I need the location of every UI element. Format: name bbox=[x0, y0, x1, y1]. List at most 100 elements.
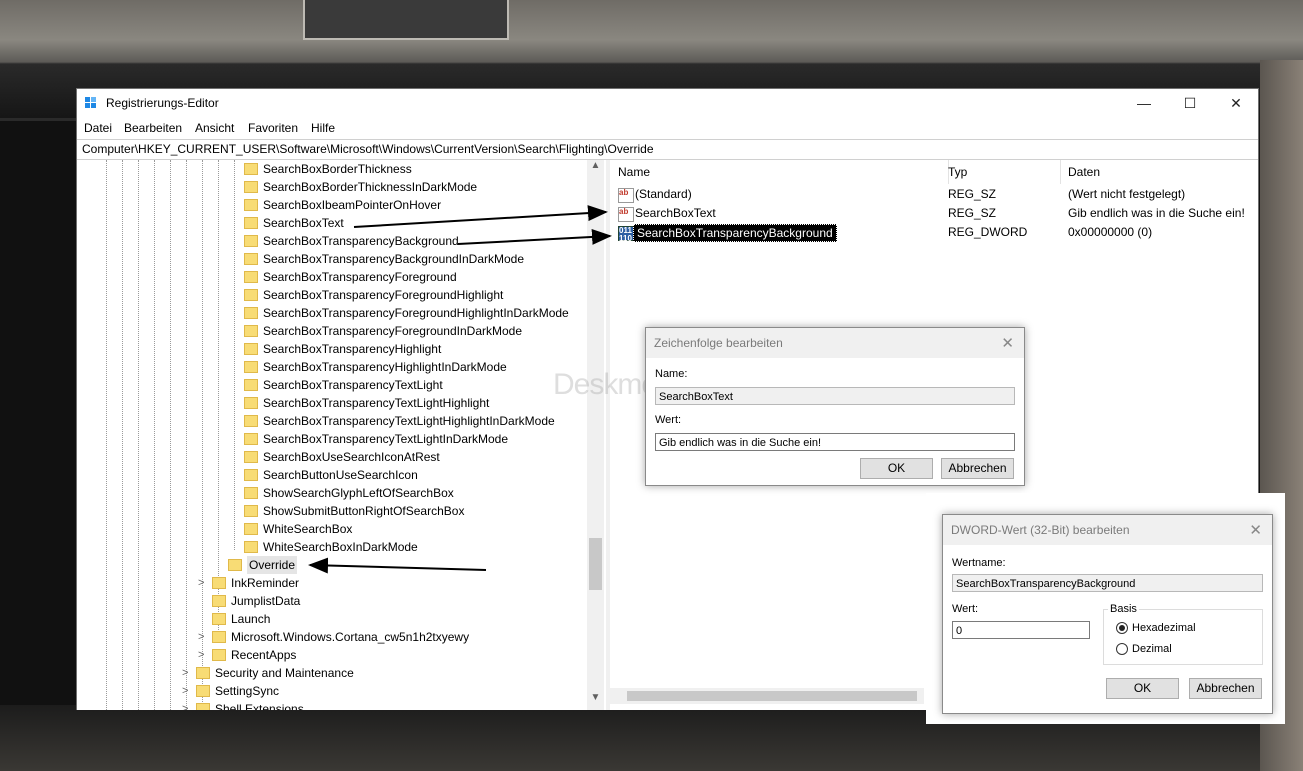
maximize-button[interactable]: ☐ bbox=[1167, 89, 1213, 118]
dialog-title: Zeichenfolge bearbeiten bbox=[654, 336, 783, 350]
cancel-button[interactable]: Abbrechen bbox=[941, 458, 1014, 479]
value-row[interactable]: ab SearchBoxText REG_SZ Gib endlich was … bbox=[610, 204, 1250, 223]
menu-favoriten[interactable]: Favoriten bbox=[248, 121, 298, 135]
tree-item-override-child[interactable]: SearchBoxTransparencyHighlight bbox=[77, 340, 587, 358]
value-row-selected[interactable]: 011 110 SearchBoxTransparencyBackground R… bbox=[610, 223, 1250, 243]
value-field[interactable]: Gib endlich was in die Suche ein! bbox=[655, 433, 1015, 451]
scroll-thumb[interactable] bbox=[627, 691, 917, 701]
tree-item-override-child[interactable]: SearchBoxBorderThicknessInDarkMode bbox=[77, 178, 587, 196]
ok-button[interactable]: OK bbox=[1106, 678, 1179, 699]
dec-radio[interactable] bbox=[1116, 643, 1128, 655]
folder-icon bbox=[244, 487, 258, 499]
tree-item-override-child[interactable]: SearchBoxBorderThickness bbox=[77, 160, 587, 178]
cancel-button[interactable]: Abbrechen bbox=[1189, 678, 1262, 699]
tree-item-label: ShowSearchGlyphLeftOfSearchBox bbox=[263, 486, 454, 500]
tree-item-label: WhiteSearchBox bbox=[263, 522, 353, 536]
address-path[interactable]: Computer\HKEY_CURRENT_USER\Software\Micr… bbox=[82, 142, 654, 156]
tree-item-sibling[interactable]: > RecentApps bbox=[77, 646, 587, 664]
tree-item-upper[interactable]: > Shell Extensions bbox=[77, 700, 587, 710]
tree-item-upper[interactable]: > SettingSync bbox=[77, 682, 587, 700]
tree-item-override-child[interactable]: ShowSubmitButtonRightOfSearchBox bbox=[77, 502, 587, 520]
value-label: Wert: bbox=[655, 414, 682, 426]
tree-item-override-child[interactable]: SearchBoxTransparencyBackgroundInDarkMod… bbox=[77, 250, 587, 268]
list-horizontal-scrollbar[interactable] bbox=[610, 688, 924, 704]
close-button[interactable]: ✕ bbox=[1213, 89, 1259, 118]
tree-item-override-child[interactable]: SearchBoxTransparencyTextLightHighlight bbox=[77, 394, 587, 412]
tree-item-override-child[interactable]: WhiteSearchBoxInDarkMode bbox=[77, 538, 587, 556]
tree-item-override-child[interactable]: SearchBoxText bbox=[77, 214, 587, 232]
expand-chevron-icon[interactable]: > bbox=[182, 682, 188, 700]
tree-item-sibling[interactable]: > InkReminder bbox=[77, 574, 587, 592]
close-icon[interactable]: ✕ bbox=[1001, 334, 1014, 352]
tree-item-override-child[interactable]: SearchButtonUseSearchIcon bbox=[77, 466, 587, 484]
tree-item-override-child[interactable]: SearchBoxTransparencyBackground bbox=[77, 232, 587, 250]
folder-icon bbox=[212, 595, 226, 607]
tree-item-override-child[interactable]: SearchBoxIbeamPointerOnHover bbox=[77, 196, 587, 214]
tree-item-override-selected[interactable]: Override bbox=[77, 556, 587, 574]
folder-icon bbox=[196, 667, 210, 679]
tree-item-override-child[interactable]: SearchBoxTransparencyTextLightHighlightI… bbox=[77, 412, 587, 430]
tree-item-override-child[interactable]: SearchBoxTransparencyTextLight bbox=[77, 376, 587, 394]
tree-item-sibling[interactable]: Launch bbox=[77, 610, 587, 628]
expand-chevron-icon[interactable]: > bbox=[182, 664, 188, 682]
value-name: SearchBoxText bbox=[635, 206, 716, 220]
tree-item-override-child[interactable]: SearchBoxTransparencyForegroundHighlight bbox=[77, 286, 587, 304]
tree-item-sibling[interactable]: JumplistData bbox=[77, 592, 587, 610]
dec-label[interactable]: Dezimal bbox=[1132, 643, 1172, 655]
tree-item-label: SearchBoxTransparencyHighlight bbox=[263, 342, 442, 356]
tree-item-label: SearchBoxTransparencyHighlightInDarkMode bbox=[263, 360, 507, 374]
close-icon[interactable]: ✕ bbox=[1249, 521, 1262, 539]
tree-item-upper[interactable]: > Security and Maintenance bbox=[77, 664, 587, 682]
folder-icon bbox=[244, 415, 258, 427]
tree-item-label: SearchBoxTransparencyTextLightHighlightI… bbox=[263, 414, 555, 428]
minimize-button[interactable]: — bbox=[1121, 89, 1167, 118]
column-header-data[interactable]: Daten bbox=[1061, 160, 1258, 184]
expand-chevron-icon[interactable]: > bbox=[198, 574, 204, 592]
wertname-field[interactable]: SearchBoxTransparencyBackground bbox=[952, 574, 1263, 592]
expand-chevron-icon[interactable]: > bbox=[182, 700, 188, 710]
menu-hilfe[interactable]: Hilfe bbox=[311, 121, 335, 135]
title-bar[interactable]: Registrierungs-Editor — ☐ ✕ bbox=[77, 89, 1258, 118]
hex-radio[interactable] bbox=[1116, 622, 1128, 634]
value-field[interactable]: 0 bbox=[952, 621, 1090, 639]
tree-item-override-child[interactable]: SearchBoxTransparencyHighlightInDarkMode bbox=[77, 358, 587, 376]
tree-item-override-child[interactable]: SearchBoxTransparencyTextLightInDarkMode bbox=[77, 430, 587, 448]
edit-string-dialog: Zeichenfolge bearbeiten ✕ Name: SearchBo… bbox=[645, 327, 1025, 486]
expand-chevron-icon[interactable]: > bbox=[198, 646, 204, 664]
tree-item-label: WhiteSearchBoxInDarkMode bbox=[263, 540, 418, 554]
scroll-thumb[interactable] bbox=[589, 538, 602, 590]
menu-bar: Datei Bearbeiten Ansicht Favoriten Hilfe bbox=[77, 118, 1258, 138]
dword-value-icon: 011 110 bbox=[618, 226, 634, 243]
tree-item-override-child[interactable]: WhiteSearchBox bbox=[77, 520, 587, 538]
tree-item-sibling[interactable]: > Microsoft.Windows.Cortana_cw5n1h2txyewy bbox=[77, 628, 587, 646]
column-header-name[interactable]: Name bbox=[610, 160, 949, 184]
dialog-title-bar[interactable]: Zeichenfolge bearbeiten ✕ bbox=[646, 328, 1024, 358]
tree-item-override-child[interactable]: SearchBoxTransparencyForegroundHighlight… bbox=[77, 304, 587, 322]
value-row[interactable]: ab (Standard) REG_SZ (Wert nicht festgel… bbox=[610, 185, 1250, 204]
expand-chevron-icon[interactable]: > bbox=[198, 628, 204, 646]
name-field[interactable]: SearchBoxText bbox=[655, 387, 1015, 405]
tree-item-label: SearchBoxTransparencyForegroundHighlight bbox=[263, 288, 504, 302]
menu-ansicht[interactable]: Ansicht bbox=[195, 121, 234, 135]
value-data: 0x00000000 (0) bbox=[1068, 225, 1153, 239]
column-header-type[interactable]: Typ bbox=[941, 160, 1061, 184]
tree-item-label: Security and Maintenance bbox=[215, 666, 354, 680]
menu-datei[interactable]: Datei bbox=[84, 121, 112, 135]
tree-item-override-child[interactable]: SearchBoxUseSearchIconAtRest bbox=[77, 448, 587, 466]
tree-item-override-child[interactable]: SearchBoxTransparencyForeground bbox=[77, 268, 587, 286]
key-tree[interactable]: SearchBoxBorderThickness SearchBoxBorderT… bbox=[77, 160, 607, 710]
tree-vertical-scrollbar[interactable]: ▲ ▼ bbox=[587, 160, 604, 710]
tree-item-label: SettingSync bbox=[215, 684, 280, 698]
menu-bearbeiten[interactable]: Bearbeiten bbox=[124, 121, 182, 135]
folder-icon bbox=[196, 685, 210, 697]
dialog-title-bar[interactable]: DWORD-Wert (32-Bit) bearbeiten ✕ bbox=[943, 515, 1272, 545]
folder-icon bbox=[244, 199, 258, 211]
folder-icon bbox=[244, 325, 258, 337]
address-bar[interactable]: Computer\HKEY_CURRENT_USER\Software\Micr… bbox=[77, 139, 1258, 160]
ok-button[interactable]: OK bbox=[860, 458, 933, 479]
scroll-down-icon[interactable]: ▼ bbox=[587, 692, 604, 703]
tree-item-override-child[interactable]: SearchBoxTransparencyForegroundInDarkMod… bbox=[77, 322, 587, 340]
tree-item-override-child[interactable]: ShowSearchGlyphLeftOfSearchBox bbox=[77, 484, 587, 502]
scroll-up-icon[interactable]: ▲ bbox=[587, 160, 604, 171]
hex-label[interactable]: Hexadezimal bbox=[1132, 622, 1196, 634]
